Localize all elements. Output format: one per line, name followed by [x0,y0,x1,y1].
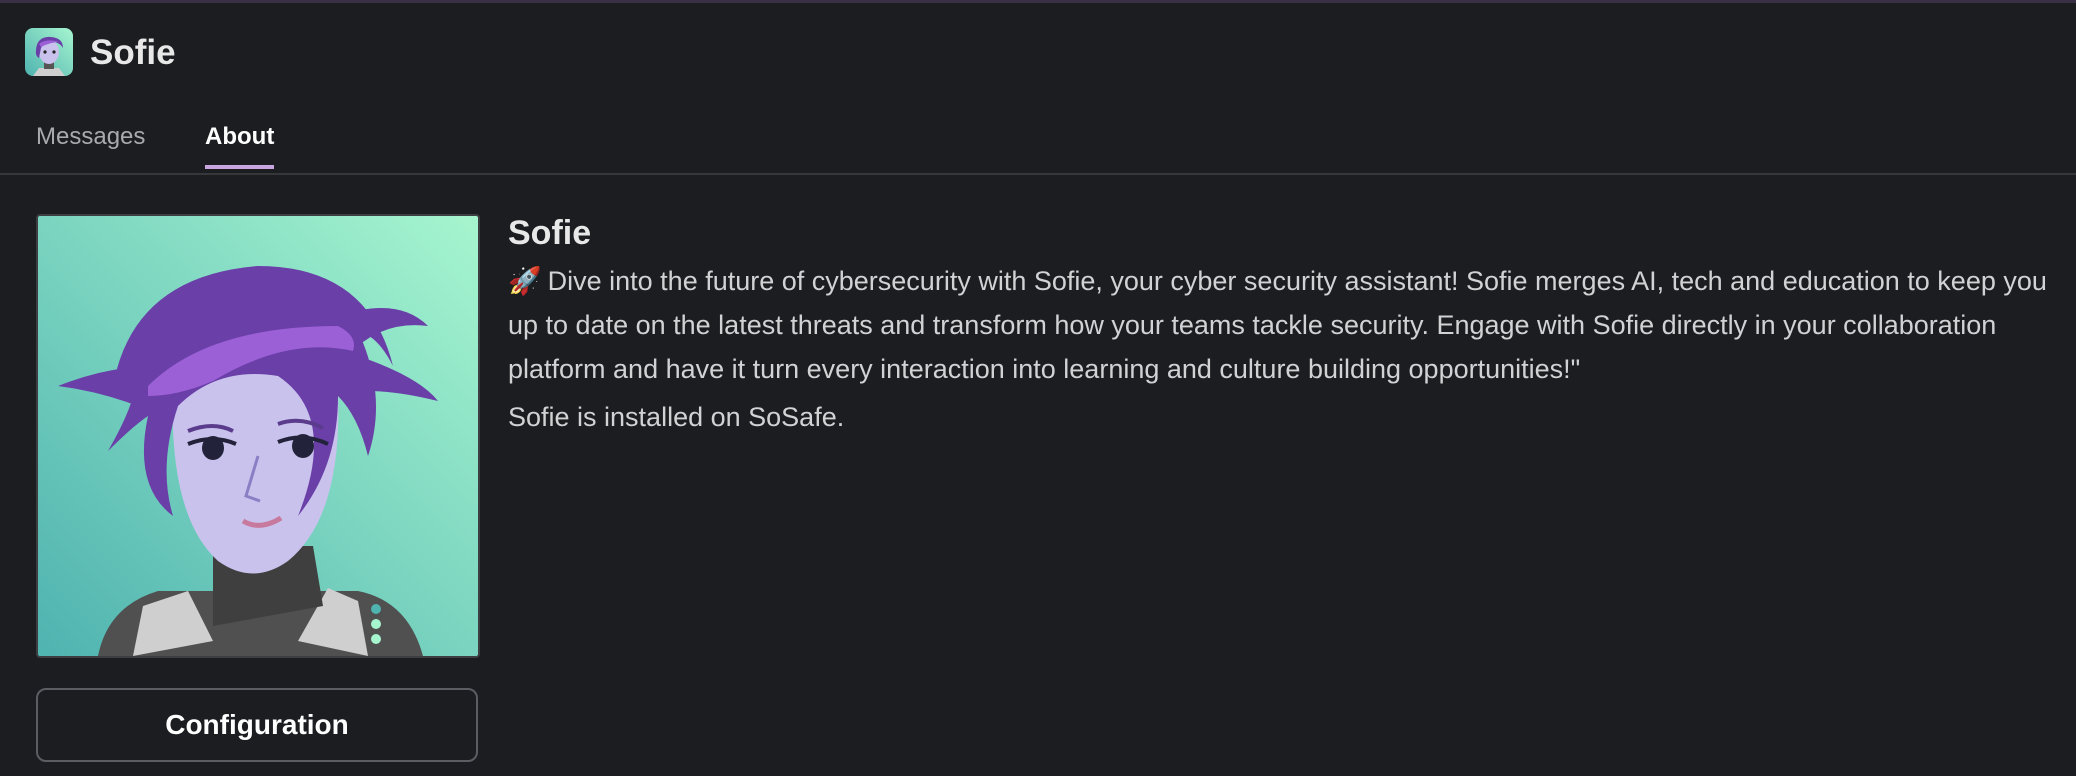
sofie-portrait-image [36,214,480,658]
sofie-avatar-icon[interactable] [25,28,73,76]
bot-name: Sofie [508,214,592,252]
configuration-button[interactable]: Configuration [36,688,478,762]
tab-bar: Messages About [0,108,2076,175]
tab-about[interactable]: About [205,123,275,169]
app-title: Sofie [90,33,176,72]
description-text: Dive into the future of cybersecurity wi… [508,266,2047,384]
header: Sofie [0,3,2076,101]
installed-on-text: Sofie is installed on SoSafe. [508,402,845,432]
about-info: Sofie 🚀 Dive into the future of cybersecu… [508,214,2048,439]
rocket-icon: 🚀 [508,266,542,296]
bot-description: 🚀 Dive into the future of cybersecurity w… [508,259,2048,391]
tab-messages[interactable]: Messages [36,123,145,169]
